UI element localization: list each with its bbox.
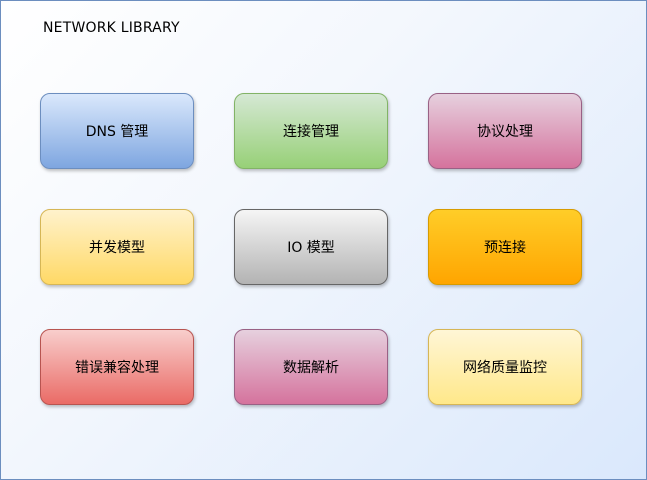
module-monitoring[interactable]: 网络质量监控 [428,329,582,405]
module-protocol[interactable]: 协议处理 [428,93,582,169]
module-error-label: 错误兼容处理 [75,360,159,376]
module-io[interactable]: IO 模型 [234,209,388,285]
module-concurrency-label: 并发模型 [89,240,145,256]
module-dns-label: DNS 管理 [85,124,149,140]
module-io-label: IO 模型 [287,240,335,256]
module-dns[interactable]: DNS 管理 [40,93,194,169]
module-preconnect-label: 预连接 [484,240,526,256]
module-parsing[interactable]: 数据解析 [234,329,388,405]
module-preconnect[interactable]: 预连接 [428,209,582,285]
module-concurrency[interactable]: 并发模型 [40,209,194,285]
module-connection[interactable]: 连接管理 [234,93,388,169]
module-error[interactable]: 错误兼容处理 [40,329,194,405]
module-connection-label: 连接管理 [283,124,339,140]
module-protocol-label: 协议处理 [477,124,533,140]
diagram-title: NETWORK LIBRARY [43,20,180,36]
diagram-canvas: NETWORK LIBRARY DNS 管理 连接管理 协议处理 并发模型 IO… [0,0,647,480]
module-monitoring-label: 网络质量监控 [463,360,547,376]
module-parsing-label: 数据解析 [283,360,339,376]
